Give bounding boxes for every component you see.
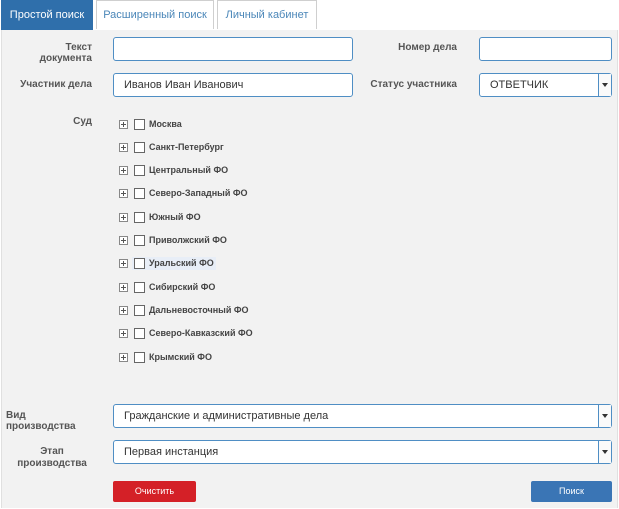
chevron-down-icon[interactable] bbox=[598, 405, 611, 427]
search-button[interactable]: Поиск bbox=[531, 481, 612, 502]
expand-icon[interactable] bbox=[119, 142, 128, 152]
proceeding-type-label: Вид производства bbox=[6, 410, 76, 432]
court-item-label: Уральский ФО bbox=[149, 258, 214, 268]
court-item-moscow[interactable]: Москва bbox=[119, 117, 182, 131]
tab-advanced-search[interactable]: Расширенный поиск bbox=[96, 0, 214, 29]
court-item-label: Крымский ФО bbox=[149, 352, 212, 362]
court-item-volga[interactable]: Приволжский ФО bbox=[119, 233, 227, 247]
court-item-label: Приволжский ФО bbox=[149, 235, 227, 245]
court-item-siberia[interactable]: Сибирский ФО bbox=[119, 280, 215, 294]
expand-icon[interactable] bbox=[119, 235, 128, 245]
court-item-label: Санкт-Петербург bbox=[149, 142, 224, 152]
tab-bar: Простой поиск Расширенный поиск Личный к… bbox=[0, 0, 619, 31]
doc-text-input[interactable] bbox=[113, 37, 353, 61]
court-checkbox[interactable] bbox=[134, 234, 145, 246]
court-item-label: Сибирский ФО bbox=[149, 282, 216, 292]
case-number-label: Номер дела bbox=[398, 42, 457, 53]
stage-label-line1: Этап bbox=[40, 446, 64, 457]
case-number-input[interactable] bbox=[479, 37, 612, 61]
participant-input[interactable]: Иванов Иван Иванович bbox=[113, 73, 353, 97]
court-item-spb[interactable]: Санкт-Петербург bbox=[119, 140, 224, 154]
court-checkbox[interactable] bbox=[134, 351, 145, 363]
expand-icon[interactable] bbox=[119, 188, 128, 198]
expand-icon[interactable] bbox=[119, 212, 128, 222]
proceeding-type-value: Гражданские и административные дела bbox=[124, 410, 329, 422]
participant-label: Участник дела bbox=[20, 79, 92, 90]
court-item-south[interactable]: Южный ФО bbox=[119, 210, 201, 224]
tab-simple-search[interactable]: Простой поиск bbox=[1, 0, 93, 31]
expand-icon[interactable] bbox=[119, 305, 128, 315]
court-item-label: Северо-Западный ФО bbox=[149, 188, 248, 198]
stage-label: Этап производства bbox=[12, 446, 92, 470]
court-item-fareast[interactable]: Дальневосточный ФО bbox=[119, 303, 249, 317]
clear-button[interactable]: Очистить bbox=[113, 481, 196, 502]
court-checkbox[interactable] bbox=[134, 118, 145, 130]
court-item-ncaucasus[interactable]: Северо-Кавказский ФО bbox=[119, 326, 253, 340]
court-item-central[interactable]: Центральный ФО bbox=[119, 163, 228, 177]
chevron-down-icon[interactable] bbox=[598, 74, 611, 96]
expand-icon[interactable] bbox=[119, 119, 128, 129]
participant-status-label: Статус участника bbox=[370, 79, 457, 90]
court-checkbox[interactable] bbox=[134, 141, 145, 153]
expand-icon[interactable] bbox=[119, 282, 128, 292]
court-item-label: Северо-Кавказский ФО bbox=[149, 328, 253, 338]
proceeding-type-select[interactable]: Гражданские и административные дела bbox=[113, 404, 612, 428]
court-label: Суд bbox=[73, 116, 92, 127]
expand-icon[interactable] bbox=[119, 328, 128, 338]
participant-status-select[interactable]: ОТВЕТЧИК bbox=[479, 73, 612, 97]
tab-personal-account[interactable]: Личный кабинет bbox=[217, 0, 317, 29]
court-checkbox[interactable] bbox=[134, 187, 145, 199]
court-checkbox[interactable] bbox=[134, 164, 145, 176]
stage-label-line2: производства bbox=[17, 458, 87, 469]
court-item-label: Центральный ФО bbox=[149, 165, 229, 175]
stage-select[interactable]: Первая инстанция bbox=[113, 440, 612, 464]
court-checkbox[interactable] bbox=[134, 281, 145, 293]
court-item-label: Южный ФО bbox=[149, 212, 201, 222]
court-checkbox[interactable] bbox=[134, 304, 145, 316]
doc-text-label: Текст документа bbox=[39, 42, 92, 64]
court-item-northwest[interactable]: Северо-Западный ФО bbox=[119, 186, 248, 200]
court-checkbox[interactable] bbox=[134, 257, 145, 269]
expand-icon[interactable] bbox=[119, 352, 128, 362]
expand-icon[interactable] bbox=[119, 165, 128, 175]
court-checkbox[interactable] bbox=[134, 327, 145, 339]
search-panel: Текст документа Номер дела Участник дела… bbox=[1, 30, 618, 508]
court-item-ural[interactable]: Уральский ФО bbox=[119, 256, 216, 270]
court-item-label: Дальневосточный ФО bbox=[149, 305, 249, 315]
court-item-crimea[interactable]: Крымский ФО bbox=[119, 350, 212, 364]
expand-icon[interactable] bbox=[119, 258, 128, 268]
participant-status-value: ОТВЕТЧИК bbox=[490, 79, 549, 91]
chevron-down-icon[interactable] bbox=[598, 441, 611, 463]
stage-value: Первая инстанция bbox=[124, 446, 219, 458]
court-item-label: Москва bbox=[149, 119, 182, 129]
court-checkbox[interactable] bbox=[134, 211, 145, 223]
